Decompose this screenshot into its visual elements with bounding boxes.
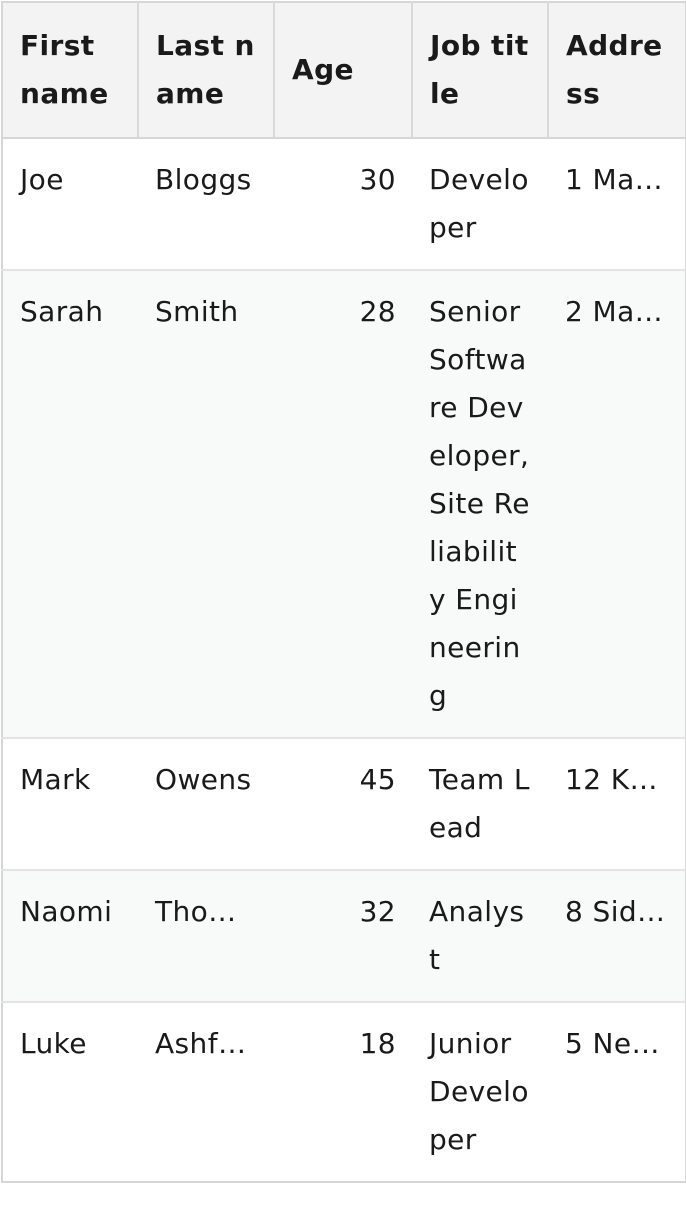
cell-job-title: Developer [412, 138, 548, 271]
column-header-address[interactable]: Address [548, 1, 686, 139]
cell-first-name: Mark [1, 738, 138, 871]
cell-age: 18 [274, 1002, 412, 1183]
table-row: Naomi Tho… 32 Analyst 8 Sid… [1, 870, 686, 1003]
table-row: Mark Owens 45 Team Lead 12 K… [1, 738, 686, 871]
table-row: Luke Ashf… 18 Junior Developer 5 Ne… [1, 1002, 686, 1183]
cell-age: 28 [274, 270, 412, 739]
cell-job-title: Team Lead [412, 738, 548, 871]
cell-address: 12 K… [548, 738, 686, 871]
table-header: First name Last name Age Job title Addre… [1, 1, 686, 139]
cell-last-name: Smith [138, 270, 274, 739]
table-row: Sarah Smith 28 Senior Software Developer… [1, 270, 686, 739]
cell-last-name: Bloggs [138, 138, 274, 271]
column-header-job-title[interactable]: Job title [412, 1, 549, 139]
cell-job-title: Analyst [412, 870, 548, 1003]
cell-age: 30 [274, 138, 412, 271]
column-header-age[interactable]: Age [274, 1, 413, 139]
table-row: Joe Bloggs 30 Developer 1 Ma… [1, 138, 686, 271]
cell-first-name: Sarah [1, 270, 138, 739]
cell-first-name: Joe [1, 138, 138, 271]
column-header-first-name[interactable]: First name [1, 1, 139, 139]
cell-first-name: Naomi [1, 870, 138, 1003]
cell-last-name: Tho… [138, 870, 274, 1003]
cell-job-title: Senior Software Developer, Site Reliabil… [412, 270, 548, 739]
cell-first-name: Luke [1, 1002, 138, 1183]
cell-last-name: Ashf… [138, 1002, 274, 1183]
cell-age: 45 [274, 738, 412, 871]
header-row: First name Last name Age Job title Addre… [1, 1, 686, 139]
cell-address: 8 Sid… [548, 870, 686, 1003]
cell-last-name: Owens [138, 738, 274, 871]
cell-address: 5 Ne… [548, 1002, 686, 1183]
cell-age: 32 [274, 870, 412, 1003]
cell-address: 2 Ma… [548, 270, 686, 739]
cell-job-title: Junior Developer [412, 1002, 548, 1183]
cell-address: 1 Ma… [548, 138, 686, 271]
column-header-last-name[interactable]: Last name [138, 1, 275, 139]
data-table: First name Last name Age Job title Addre… [1, 1, 686, 1183]
table-body: Joe Bloggs 30 Developer 1 Ma… Sarah Smit… [1, 138, 686, 1183]
